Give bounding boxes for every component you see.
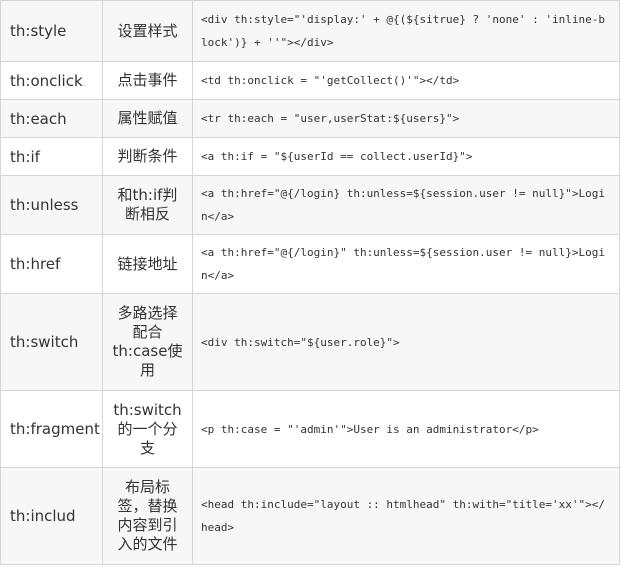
code-example: <a th:if = "${userId == collect.userId}"… (201, 150, 473, 163)
attribute-description: th:switch的一个分支 (102, 390, 193, 468)
code-example: <tr th:each = "user,userStat:${users}"> (201, 112, 460, 125)
code-example: <div th:switch="${user.role}"> (201, 335, 400, 349)
attribute-name: th:unless (0, 175, 103, 235)
code-example-cell: <div th:style="'display:' + @{(${sitrue}… (192, 0, 620, 62)
attribute-description: 点击事件 (102, 61, 193, 100)
attribute-name: th:onclick (0, 61, 103, 100)
attribute-name: th:href (0, 234, 103, 294)
attribute-name: th:fragment (0, 390, 103, 468)
attribute-name: th:if (0, 137, 103, 176)
code-example-cell: <tr th:each = "user,userStat:${users}"> (192, 99, 620, 138)
attribute-description: 链接地址 (102, 234, 193, 294)
code-example: <head th:include="layout :: htmlhead" th… (201, 498, 605, 534)
attribute-name: th:style (0, 0, 103, 62)
table-row: th:unless 和th:if判断相反 <a th:href="@{/logi… (0, 175, 620, 235)
attribute-description: 判断条件 (102, 137, 193, 176)
table-row: th:fragment th:switch的一个分支 <p th:case = … (0, 390, 620, 468)
code-example: <a th:href="@{/login} th:unless=${sessio… (201, 187, 605, 223)
table-row: th:if 判断条件 <a th:if = "${userId == colle… (0, 137, 620, 176)
table-row: th:each 属性赋值 <tr th:each = "user,userSta… (0, 99, 620, 138)
table-row: th:switch 多路选择配合th:case使用 <div th:switch… (0, 293, 620, 391)
code-example: <a th:href="@{/login}" th:unless=${sessi… (201, 246, 605, 282)
table-row: th:href 链接地址 <a th:href="@{/login}" th:u… (0, 234, 620, 294)
attribute-name: th:each (0, 99, 103, 138)
code-example-cell: <p th:case = "'admin'">User is an admini… (192, 390, 620, 468)
attribute-description: 多路选择配合th:case使用 (102, 293, 193, 391)
code-example: <td th:onclick = "'getCollect()'"></td> (201, 74, 460, 87)
code-example-cell: <a th:if = "${userId == collect.userId}"… (192, 137, 620, 176)
code-example: <div th:style="'display:' + @{(${sitrue}… (201, 13, 605, 49)
code-example: <p th:case = "'admin'">User is an admini… (201, 422, 539, 436)
code-example-cell: <head th:include="layout :: htmlhead" th… (192, 467, 620, 565)
attribute-name: th:includ (0, 467, 103, 565)
attribute-name: th:switch (0, 293, 103, 391)
code-example-cell: <div th:switch="${user.role}"> (192, 293, 620, 391)
attribute-description: 布局标签，替换内容到引入的文件 (102, 467, 193, 565)
attribute-description: 设置样式 (102, 0, 193, 62)
code-example-cell: <a th:href="@{/login} th:unless=${sessio… (192, 175, 620, 235)
code-example-cell: <td th:onclick = "'getCollect()'"></td> (192, 61, 620, 100)
attribute-description: 和th:if判断相反 (102, 175, 193, 235)
table-row: th:onclick 点击事件 <td th:onclick = "'getCo… (0, 61, 620, 100)
table-row: th:style 设置样式 <div th:style="'display:' … (0, 0, 620, 62)
code-example-cell: <a th:href="@{/login}" th:unless=${sessi… (192, 234, 620, 294)
thymeleaf-attribute-table: th:style 设置样式 <div th:style="'display:' … (0, 0, 620, 565)
table-row: th:includ 布局标签，替换内容到引入的文件 <head th:inclu… (0, 467, 620, 565)
attribute-description: 属性赋值 (102, 99, 193, 138)
